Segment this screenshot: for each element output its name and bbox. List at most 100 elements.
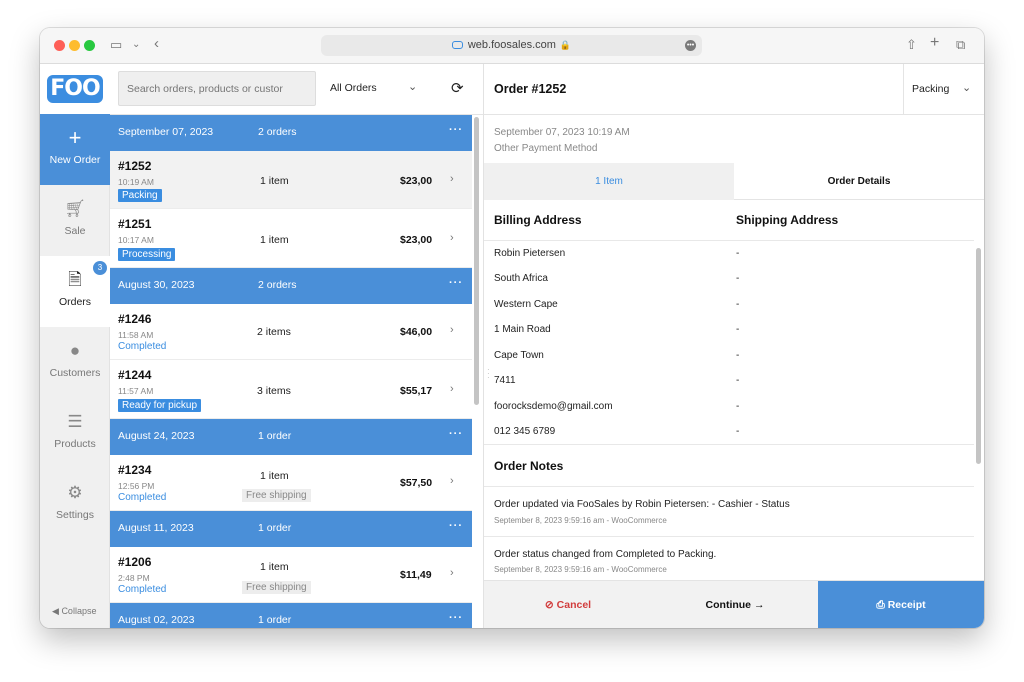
sidebar-item-orders[interactable]: 🗎 Orders 3 — [40, 256, 110, 327]
divider — [484, 444, 974, 445]
chevron-down-icon[interactable]: ⌄ — [132, 39, 140, 50]
collapse-label: Collapse — [61, 606, 97, 616]
more-options-icon[interactable]: ··· — [449, 612, 463, 624]
sidebar-item-products[interactable]: ☰ Products — [40, 398, 110, 469]
refresh-icon[interactable]: ⟳ — [451, 79, 464, 97]
order-items: 2 items — [257, 326, 291, 338]
close-window-button[interactable] — [54, 40, 65, 51]
divider — [484, 536, 974, 537]
shipping-tag: Free shipping — [242, 581, 311, 594]
note-meta: September 8, 2023 9:59:16 am - WooCommer… — [494, 516, 667, 525]
status-text: Completed — [118, 341, 167, 352]
group-date: August 30, 2023 — [118, 279, 195, 291]
shipping-value: - — [736, 273, 740, 284]
order-row[interactable]: #1206 2:48 PM Completed 1 item Free ship… — [110, 547, 472, 603]
order-items: 1 item — [260, 175, 289, 187]
receipt-button[interactable]: ⎙ Receipt — [818, 581, 984, 628]
date-group-header: August 11, 2023 1 order ··· — [110, 511, 472, 547]
detail-scrollbar-thumb[interactable] — [976, 248, 981, 464]
date-group-header: August 02, 2023 1 order ··· — [110, 603, 472, 628]
order-row[interactable]: #1246 11:58 AM Completed 2 items $46,00 … — [110, 304, 472, 360]
shipping-tag: Free shipping — [242, 489, 311, 502]
group-count: 1 order — [258, 522, 292, 534]
sidebar-item-sale[interactable]: 🛒︎ Sale — [40, 185, 110, 256]
order-price: $46,00 — [400, 326, 433, 338]
order-row[interactable]: #1244 11:57 AM Ready for pickup 3 items … — [110, 360, 472, 419]
lock-icon: 🔒 — [559, 40, 572, 50]
order-price: $23,00 — [400, 234, 433, 246]
receipt-label: Receipt — [887, 599, 926, 611]
orders-list-panel: All Orders ⌄ ⟳ September 07, 2023 2 orde… — [110, 64, 484, 628]
printer-icon: ⎙ — [876, 599, 885, 611]
date-group-header: September 07, 2023 2 orders ··· — [110, 115, 472, 151]
chevron-right-icon: › — [450, 324, 454, 336]
continue-button[interactable]: Continue → — [652, 581, 818, 628]
maximize-window-button[interactable] — [84, 40, 95, 51]
tabs-overview-icon[interactable]: ⧉ — [956, 37, 965, 53]
order-time: 11:58 AM — [118, 330, 154, 340]
status-badge: Ready for pickup — [118, 399, 202, 412]
billing-province: Western Cape — [494, 299, 558, 310]
chevron-right-icon: › — [450, 173, 454, 185]
sidebar-item-label: Settings — [56, 509, 94, 521]
link-icon — [451, 41, 463, 49]
shipping-value: - — [736, 401, 740, 412]
search-input[interactable] — [118, 71, 316, 106]
collapse-button[interactable]: ◀ Collapse — [52, 606, 96, 617]
order-status-select[interactable]: Packing ⌄ — [903, 64, 984, 114]
chevron-down-icon[interactable]: ⌄ — [408, 80, 417, 93]
sidebar-item-label: Orders — [58, 296, 92, 308]
sidebar-toggle-icon[interactable]: ▭ — [110, 37, 122, 53]
share-icon[interactable]: ⇧ — [906, 37, 917, 53]
billing-email: foorocksdemo@gmail.com — [494, 401, 613, 412]
group-date: August 24, 2023 — [118, 430, 195, 442]
page-options-icon[interactable]: ••• — [685, 40, 696, 51]
order-number: #1246 — [118, 312, 152, 326]
more-options-icon[interactable]: ··· — [449, 428, 463, 440]
order-price: $23,00 — [400, 175, 433, 187]
group-date: August 02, 2023 — [118, 614, 195, 626]
url-text: web.foosales.com — [467, 39, 556, 51]
foo-logo[interactable]: FOO — [47, 75, 103, 103]
more-options-icon[interactable]: ··· — [449, 277, 463, 289]
list-icon: ☰ — [67, 412, 83, 431]
collapse-icon: ◀ — [52, 606, 59, 616]
tab-items[interactable]: 1 Item — [484, 163, 734, 200]
tab-order-details[interactable]: Order Details — [734, 163, 984, 200]
order-row[interactable]: #1234 12:56 PM Completed 1 item Free shi… — [110, 455, 472, 511]
order-datetime: September 07, 2023 10:19 AM — [494, 127, 630, 138]
browser-toolbar: ▭ ⌄ ‹ web.foosales.com 🔒 ••• ⇧ + ⧉ — [40, 28, 984, 64]
cart-icon: 🛒︎ — [64, 199, 86, 218]
list-scrollbar-thumb[interactable] — [474, 117, 479, 405]
note-text: Order status changed from Completed to P… — [494, 549, 717, 560]
status-badge: Processing — [118, 248, 176, 261]
plus-icon: + — [68, 125, 82, 150]
more-options-icon[interactable]: ··· — [449, 124, 463, 136]
minimize-window-button[interactable] — [69, 40, 80, 51]
order-row[interactable]: #1251 10:17 AM Processing 1 item $23,00 … — [110, 209, 472, 268]
shipping-value: - — [736, 248, 740, 259]
shipping-value: - — [736, 426, 740, 437]
sidebar-item-customers[interactable]: ● Customers — [40, 327, 110, 398]
cancel-icon: ⊘ — [544, 599, 554, 611]
panel-resize-handle[interactable]: · · · — [487, 366, 490, 382]
new-tab-icon[interactable]: + — [930, 34, 939, 52]
order-row[interactable]: #1252 10:19 AM Packing 1 item $23,00 › — [110, 151, 472, 209]
order-price: $55,17 — [400, 385, 433, 397]
billing-phone: 012 345 6789 — [494, 426, 556, 437]
user-icon: ● — [69, 341, 81, 360]
billing-name: Robin Pietersen — [494, 248, 566, 259]
cancel-button[interactable]: ⊘ Cancel — [484, 581, 652, 628]
order-status-value: Packing — [912, 83, 950, 95]
more-options-icon[interactable]: ··· — [449, 520, 463, 532]
shipping-value: - — [736, 324, 740, 335]
sidebar-item-settings[interactable]: ⚙ Settings — [40, 469, 110, 540]
chevron-right-icon: › — [450, 567, 454, 579]
sidebar-item-label: New Order — [49, 154, 101, 166]
status-badge: Packing — [118, 189, 162, 202]
group-count: 1 order — [258, 430, 292, 442]
back-icon[interactable]: ‹ — [154, 35, 159, 52]
orders-filter-select[interactable]: All Orders — [330, 82, 377, 94]
address-bar[interactable]: web.foosales.com 🔒 ••• — [321, 35, 702, 56]
sidebar-item-new-order[interactable]: + New Order — [40, 114, 110, 185]
